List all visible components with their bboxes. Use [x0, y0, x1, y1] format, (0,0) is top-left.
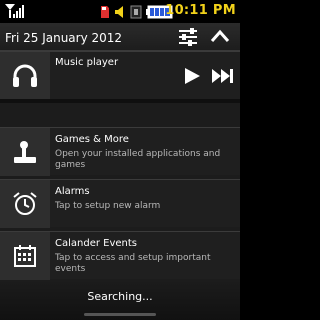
play-icon[interactable] [182, 66, 202, 86]
music-player-row[interactable]: Music player [0, 51, 240, 100]
calendar-icon [14, 245, 36, 267]
headphones-icon [13, 64, 37, 87]
list-item-games[interactable]: Games & More Open your installed applica… [0, 127, 240, 176]
network-status-text: Searching... [87, 290, 153, 303]
music-icon-box [0, 52, 50, 100]
alarm-icon-box [0, 180, 50, 228]
calendar-icon-box [0, 232, 50, 280]
notification-panel: Fri 25 January 2012 Music player Games &… [0, 23, 240, 320]
item-title: Games & More [55, 134, 129, 145]
unknown-icon [130, 5, 142, 18]
signal-icon [5, 4, 24, 18]
sd-card-icon [101, 5, 109, 18]
item-subtitle: Tap to access and setup important events [55, 253, 211, 274]
list-item-alarms[interactable]: Alarms Tap to setup new alarm [0, 179, 240, 228]
item-subtitle: Tap to setup new alarm [55, 201, 161, 211]
status-bar: 10:11 PM [0, 0, 240, 23]
divider [0, 99, 240, 103]
item-title: Calander Events [55, 238, 138, 249]
item-subtitle: Open your installed applications and gam… [55, 149, 221, 170]
clock: 10:11 PM [165, 3, 236, 18]
skip-next-icon[interactable] [210, 66, 236, 86]
music-player-title: Music player [55, 57, 119, 68]
settings-sliders-icon[interactable] [176, 26, 200, 48]
alarm-clock-icon [13, 192, 37, 215]
games-icon-box [0, 128, 50, 176]
joystick-icon [14, 141, 36, 163]
date-row: Fri 25 January 2012 [0, 23, 240, 51]
chevron-up-icon[interactable] [208, 26, 232, 48]
list-item-calendar[interactable]: Calander Events Tap to access and setup … [0, 231, 240, 280]
volume-icon [115, 5, 123, 18]
date-label: Fri 25 January 2012 [5, 31, 123, 45]
panel-drag-handle[interactable] [84, 313, 156, 316]
item-title: Alarms [55, 186, 90, 197]
